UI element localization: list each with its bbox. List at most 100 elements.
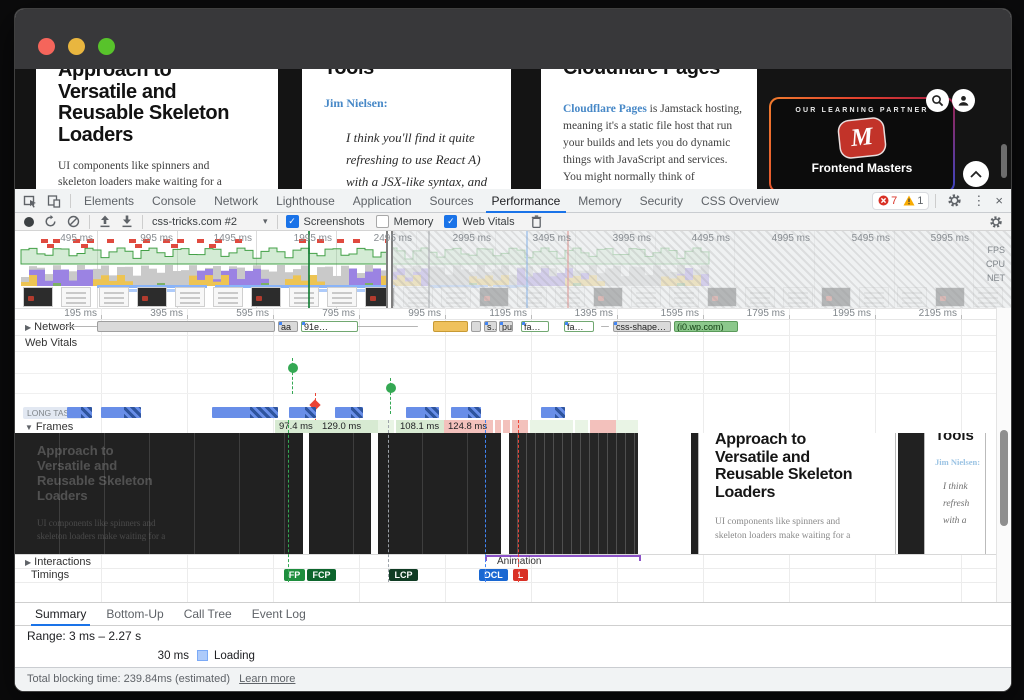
save-profile-button[interactable] [121, 215, 133, 228]
frame-duration[interactable]: 108.1 ms [396, 420, 444, 433]
cloudflare-pages-link[interactable]: Cloudflare Pages [563, 103, 647, 115]
checkbox-web-vitals[interactable]: ✓Web Vitals [444, 215, 514, 228]
network-request[interactable]: css-shape… [613, 321, 671, 332]
network-request[interactable]: aa [278, 321, 298, 332]
network-request[interactable]: pu [499, 321, 513, 332]
checkbox-box[interactable]: ✓ [286, 215, 299, 228]
minimize-traffic-light-icon[interactable] [68, 38, 85, 55]
article-card-cloudflare[interactable]: Cloudflare Pages Cloudflare Pages is Jam… [541, 69, 757, 189]
timeline-scrollbar[interactable] [996, 308, 1011, 602]
filmstrip-thumbnail[interactable] [327, 287, 357, 307]
inspect-element-button[interactable] [23, 194, 37, 208]
long-task-bar[interactable] [67, 407, 92, 418]
learn-more-link[interactable]: Learn more [239, 673, 295, 685]
frame-duration[interactable] [590, 420, 616, 433]
frames-track-header[interactable]: ▼Frames 97.4 ms129.0 ms108.1 ms124.8 ms [15, 420, 1011, 433]
long-task-bar[interactable] [101, 407, 141, 418]
timing-badge-fcp[interactable]: FCP [307, 569, 336, 581]
long-task-bar[interactable] [451, 407, 481, 418]
filmstrip-thumbnail[interactable] [251, 287, 281, 307]
network-track[interactable]: ▶Network aa91e…s…pufa…fa…css-shape…(i0.w… [15, 319, 1011, 336]
frame-duration[interactable] [503, 420, 510, 433]
network-request[interactable] [61, 326, 97, 327]
article-author-link[interactable]: Jim Nielsen: [324, 96, 388, 111]
frame-screenshot[interactable] [691, 433, 698, 554]
article-card-tools[interactable]: Tools Jim Nielsen: I think you'll find i… [302, 69, 511, 189]
good-vital-marker[interactable] [288, 363, 298, 373]
timing-badge-lcp[interactable]: LCP [389, 569, 418, 581]
tab-security[interactable]: Security [631, 189, 692, 213]
devtools-settings-button[interactable] [947, 193, 962, 208]
network-request[interactable] [97, 321, 275, 332]
timeline-overview[interactable]: FPS CPU NET 495 ms995 ms1495 ms1995 ms24… [15, 231, 1011, 309]
filmstrip-thumbnail[interactable] [213, 287, 243, 307]
article-card-skeleton-loaders[interactable]: Approach toVersatile andReusable Skeleto… [36, 69, 278, 189]
tab-memory[interactable]: Memory [569, 189, 630, 213]
frames-screenshot-band[interactable]: Approach toVersatile andReusable Skeleto… [15, 433, 1011, 555]
network-request[interactable]: fa… [564, 321, 594, 332]
disclosure-triangle-icon[interactable]: ▶ [25, 323, 31, 332]
frame-screenshot[interactable] [898, 433, 924, 554]
frame-duration[interactable] [378, 420, 394, 433]
capture-settings-button[interactable] [989, 215, 1003, 229]
frame-duration[interactable]: 97.4 ms [275, 420, 318, 433]
disclosure-triangle-icon[interactable]: ▼ [25, 423, 33, 432]
bottom-tab-eventlog[interactable]: Event Log [242, 602, 316, 626]
frame-screenshot[interactable]: ToolsJim Nielsen:I thinkrefreshwith a [924, 433, 986, 554]
checkbox-box[interactable]: ✓ [444, 215, 457, 228]
long-task-bar[interactable] [289, 407, 316, 418]
frame-duration[interactable] [575, 420, 588, 433]
kebab-menu-icon[interactable]: ⋮ [972, 193, 985, 209]
tab-lighthouse[interactable]: Lighthouse [267, 189, 344, 213]
frame-screenshot[interactable] [309, 433, 371, 554]
scroll-to-top-button[interactable] [963, 161, 989, 187]
long-task-bar[interactable] [212, 407, 278, 418]
network-request[interactable]: s… [484, 321, 497, 332]
filmstrip-thumbnail[interactable] [23, 287, 53, 307]
frame-duration[interactable] [495, 420, 501, 433]
tab-css-overview[interactable]: CSS Overview [692, 189, 788, 213]
filmstrip-thumbnail[interactable] [289, 287, 319, 307]
issues-badge[interactable]: 7 1 [872, 192, 929, 210]
tab-console[interactable]: Console [143, 189, 205, 213]
bottom-tab-calltree[interactable]: Call Tree [174, 602, 242, 626]
network-request[interactable]: fa… [521, 321, 549, 332]
network-request[interactable]: (i0.wp.com) [674, 321, 738, 332]
frame-duration[interactable] [512, 420, 528, 433]
timeline-scrollbar-thumb[interactable] [1000, 430, 1008, 526]
frame-screenshot[interactable] [509, 433, 638, 554]
record-button[interactable] [24, 217, 34, 227]
filmstrip-thumbnail[interactable] [61, 287, 91, 307]
long-task-bar[interactable] [406, 407, 439, 418]
page-scrollbar-thumb[interactable] [1001, 144, 1007, 178]
long-task-bar[interactable] [541, 407, 565, 418]
frame-duration[interactable] [616, 420, 638, 433]
timing-badge-dcl[interactable]: DCL [479, 569, 508, 581]
gc-button[interactable] [531, 215, 542, 228]
long-tasks-track[interactable]: LONG TASKS [15, 406, 1011, 420]
frame-screenshot[interactable]: Approach toVersatile andReusable Skeleto… [15, 433, 303, 554]
web-vitals-track[interactable]: Web Vitals [15, 335, 1011, 406]
filmstrip-thumbnail[interactable] [175, 287, 205, 307]
checkbox-memory[interactable]: Memory [376, 215, 434, 228]
tab-network[interactable]: Network [205, 189, 267, 213]
timing-badge-l[interactable]: L [513, 569, 528, 581]
search-button[interactable] [926, 89, 949, 112]
close-devtools-icon[interactable]: × [995, 193, 1003, 208]
interactions-track[interactable]: ▶Interactions Animation [15, 555, 1011, 569]
learning-partner-card[interactable]: OUR LEARNING PARTNER M Frontend Masters [769, 97, 955, 189]
network-request[interactable] [433, 321, 468, 332]
bottom-tab-bottomup[interactable]: Bottom-Up [96, 602, 173, 626]
tab-sources[interactable]: Sources [421, 189, 483, 213]
disclosure-triangle-icon[interactable]: ▶ [25, 558, 31, 567]
reload-and-record-button[interactable] [44, 215, 57, 228]
filmstrip-thumbnail[interactable] [99, 287, 129, 307]
clear-button[interactable] [67, 215, 80, 228]
network-request[interactable] [358, 326, 418, 327]
zoom-traffic-light-icon[interactable] [98, 38, 115, 55]
close-traffic-light-icon[interactable] [38, 38, 55, 55]
tab-application[interactable]: Application [344, 189, 421, 213]
tab-elements[interactable]: Elements [75, 189, 143, 213]
account-button[interactable] [952, 89, 975, 112]
frame-duration[interactable] [530, 420, 573, 433]
